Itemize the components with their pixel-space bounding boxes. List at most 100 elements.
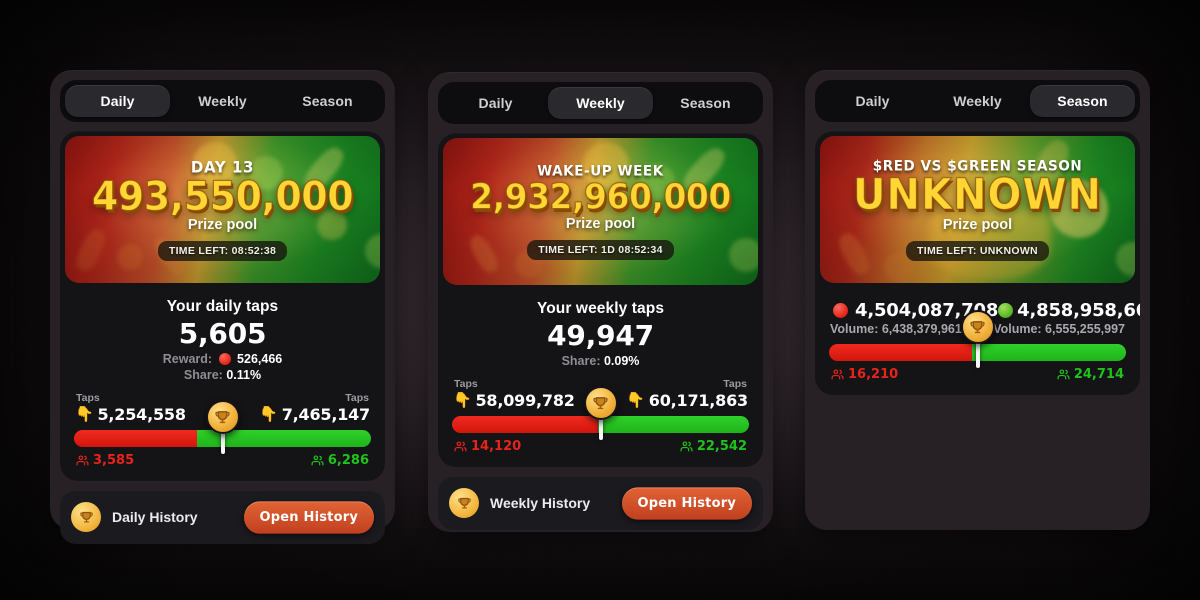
right-users-count: 6,286 (311, 453, 369, 468)
daily-reward-row: Reward: 526,466 (74, 352, 371, 366)
right-amount-group: 4,858,958,660 (998, 300, 1140, 321)
daily-banner: DAY 13 493,550,000 Prize pool TIME LEFT:… (65, 136, 380, 283)
share-label: Share: (561, 354, 601, 368)
green-progress-segment (971, 344, 1126, 361)
left-users-value: 3,585 (93, 453, 135, 468)
open-history-button[interactable]: Open History (621, 486, 752, 520)
daily-share-row: Share: 0.11% (74, 368, 371, 382)
green-token-icon (998, 303, 1014, 318)
right-taps-value-group: 👇 7,465,147 (259, 405, 370, 424)
daily-content: DAY 13 493,550,000 Prize pool TIME LEFT:… (60, 131, 385, 481)
share-value: 0.09% (603, 354, 640, 368)
season-tabbar: Daily Weekly Season (815, 80, 1140, 122)
green-progress-segment (597, 416, 749, 433)
red-progress-segment (74, 430, 198, 447)
trophy-coin-icon (205, 400, 240, 434)
point-down-icon: 👇 (453, 391, 472, 409)
banner-prize-amount: 493,550,000 (91, 172, 354, 219)
red-progress-segment (829, 344, 972, 361)
season-stats: 4,504,087,708 4,858,958,660 Volume: 6,43… (815, 288, 1140, 395)
weekly-card: Daily Weekly Season WAKE-UP WEEK 2,932,9… (428, 72, 773, 532)
daily-footer: Daily History Open History (60, 490, 385, 544)
left-taps-value: 5,254,558 (97, 405, 186, 424)
season-progress-bar[interactable] (829, 310, 1126, 368)
banner-time-left: TIME LEFT: 1D 08:52:34 (527, 239, 674, 260)
tab-daily[interactable]: Daily (65, 85, 170, 117)
trophy-coin-icon (449, 488, 479, 518)
right-users-value: 24,714 (1073, 367, 1124, 382)
trophy-coin-icon (583, 386, 618, 420)
weekly-taps-value: 49,947 (547, 319, 654, 352)
cards-stage: Daily Weekly Season DAY 13 493,550,000 P (0, 0, 1200, 600)
weekly-tabbar: Daily Weekly Season (438, 82, 763, 124)
left-taps-caption: Taps (454, 378, 478, 390)
trophy-coin-icon (960, 310, 995, 344)
tab-season[interactable]: Season (275, 85, 380, 117)
right-taps-caption: Taps (723, 378, 747, 390)
right-taps-caption: Taps (345, 392, 369, 404)
point-down-icon: 👇 (259, 405, 278, 423)
point-down-icon: 👇 (75, 405, 94, 423)
left-users-value: 16,210 (848, 367, 899, 382)
season-duel: 4,504,087,708 4,858,958,660 Volume: 6,43… (829, 300, 1140, 382)
season-banner: $RED VS $GREEN SEASON UNKNOWN Prize pool… (820, 136, 1135, 283)
tab-weekly[interactable]: Weekly (170, 85, 275, 117)
right-amount-value: 4,858,958,660 (1017, 300, 1140, 321)
point-down-icon: 👇 (626, 391, 645, 409)
banner-prize-amount: 2,932,960,000 (470, 175, 732, 218)
season-content: $RED VS $GREEN SEASON UNKNOWN Prize pool… (815, 131, 1140, 395)
red-progress-segment (452, 416, 598, 433)
weekly-share-row: Share: 0.09% (452, 354, 749, 368)
right-users-count: 24,714 (1057, 367, 1124, 382)
tab-daily[interactable]: Daily (820, 85, 925, 117)
weekly-footer: Weekly History Open History (438, 476, 763, 530)
tab-season[interactable]: Season (1030, 85, 1135, 117)
open-history-button[interactable]: Open History (243, 500, 374, 534)
daily-duel: Taps Taps 👇 5,254,558 👇 7,465,147 3,585 … (74, 392, 371, 468)
daily-tabbar: Daily Weekly Season (60, 80, 385, 122)
share-label: Share: (183, 368, 223, 382)
weekly-duel: Taps Taps 👇 58,099,782 👇 60,171,863 14,1… (452, 378, 749, 454)
right-taps-value: 7,465,147 (281, 405, 370, 424)
season-card: Daily Weekly Season $RED VS $GREEN SEASO… (805, 70, 1150, 530)
daily-progress-bar[interactable] (74, 400, 371, 454)
right-taps-value-group: 👇 60,171,863 (626, 391, 748, 410)
reward-label: Reward: (162, 352, 213, 366)
left-users-count: 14,120 (454, 439, 521, 454)
weekly-stats: Your weekly taps 49,947 Share: 0.09% Tap… (438, 290, 763, 467)
red-token-icon (218, 353, 231, 365)
left-users-count: 3,585 (76, 453, 134, 468)
left-taps-value-group: 👇 5,254,558 (75, 405, 186, 424)
banner-subtitle: Prize pool (187, 217, 258, 234)
left-taps-value: 58,099,782 (475, 391, 575, 410)
daily-history-label: Daily History (112, 509, 198, 525)
right-taps-value: 60,171,863 (648, 391, 748, 410)
trophy-coin-icon (71, 502, 101, 532)
daily-stats: Your daily taps 5,605 Reward: 526,466 Sh… (60, 288, 385, 481)
reward-value: 526,466 (237, 352, 283, 366)
right-users-count: 22,542 (680, 439, 747, 454)
tab-season[interactable]: Season (653, 87, 758, 119)
left-users-count: 16,210 (831, 367, 898, 382)
daily-taps-value: 5,605 (178, 317, 267, 350)
tab-weekly[interactable]: Weekly (548, 87, 653, 119)
daily-card: Daily Weekly Season DAY 13 493,550,000 P (50, 70, 395, 544)
left-users-value: 14,120 (471, 439, 522, 454)
tab-weekly[interactable]: Weekly (925, 85, 1030, 117)
left-taps-value-group: 👇 58,099,782 (453, 391, 575, 410)
red-token-icon (833, 303, 848, 318)
share-value: 0.11% (226, 368, 262, 382)
banner-prize-amount: UNKNOWN (852, 170, 1103, 219)
weekly-content: WAKE-UP WEEK 2,932,960,000 Prize pool TI… (438, 133, 763, 467)
weekly-banner: WAKE-UP WEEK 2,932,960,000 Prize pool TI… (443, 138, 758, 285)
left-volume: Volume: 6,438,379,961 (830, 322, 962, 336)
banner-subtitle: Prize pool (942, 217, 1013, 234)
weekly-history-label: Weekly History (490, 495, 591, 511)
banner-subtitle: Prize pool (565, 215, 636, 232)
weekly-progress-bar[interactable] (452, 386, 749, 440)
tab-daily[interactable]: Daily (443, 87, 548, 119)
daily-taps-label: Your daily taps (166, 298, 279, 315)
right-volume: Volume: 6,555,255,997 (993, 322, 1125, 336)
left-taps-caption: Taps (76, 392, 100, 404)
right-users-value: 22,542 (696, 439, 747, 454)
